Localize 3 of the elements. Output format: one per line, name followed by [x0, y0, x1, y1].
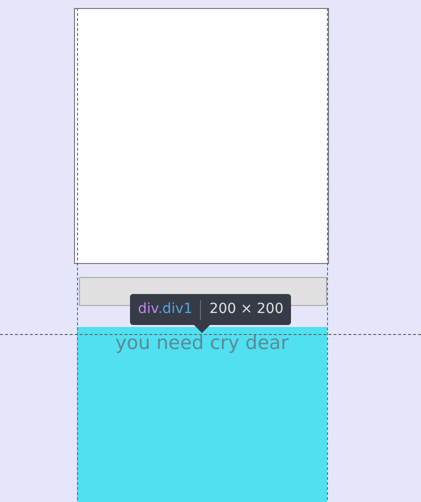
square-text: you need cry dear: [115, 332, 289, 354]
element-selector: div.div1: [138, 300, 192, 319]
element-size: 200 × 200: [209, 300, 284, 319]
